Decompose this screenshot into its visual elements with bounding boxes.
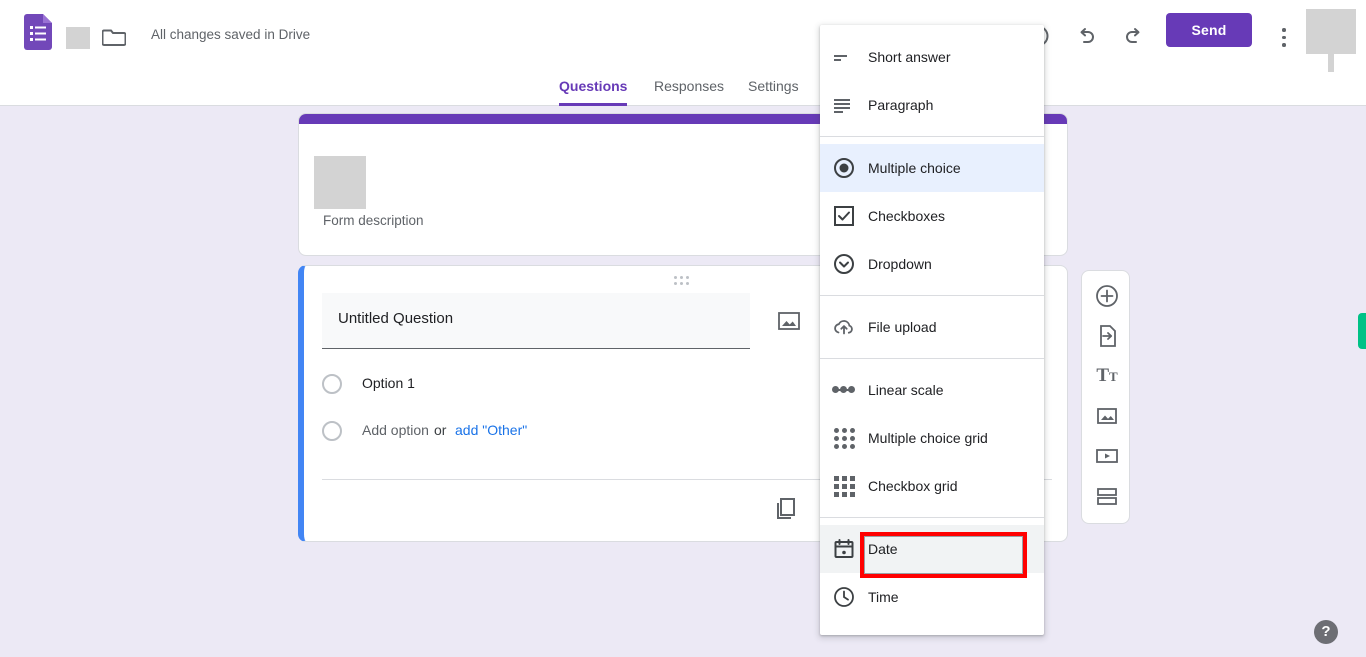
menu-item-file-upload[interactable]: File upload <box>820 303 1044 351</box>
add-title-button[interactable]: TT <box>1091 360 1123 392</box>
menu-item-label: Date <box>868 541 898 557</box>
checkbox-icon <box>820 192 868 240</box>
question-title-input[interactable]: Untitled Question <box>322 293 750 349</box>
tab-bar: Questions Responses Settings <box>0 73 1366 106</box>
menu-item-date[interactable]: Date <box>820 525 1044 573</box>
menu-item-label: Checkbox grid <box>868 478 958 494</box>
menu-item-short-answer[interactable]: Short answer <box>820 33 1044 81</box>
menu-item-label: Dropdown <box>868 256 932 272</box>
form-title-redaction-block <box>314 156 366 209</box>
google-forms-logo[interactable] <box>24 14 52 50</box>
menu-separator <box>820 136 1044 137</box>
sheets-edge-tab[interactable] <box>1358 313 1366 349</box>
help-button[interactable]: ? <box>1314 620 1338 644</box>
add-video-button[interactable] <box>1091 440 1123 472</box>
menu-item-dropdown[interactable]: Dropdown <box>820 240 1044 288</box>
avatar-redaction[interactable] <box>1306 9 1356 54</box>
tab-settings[interactable]: Settings <box>748 73 799 106</box>
form-title-redaction[interactable] <box>66 27 90 49</box>
tab-responses[interactable]: Responses <box>654 73 724 106</box>
menu-item-multiple-choice[interactable]: Multiple choice <box>820 144 1044 192</box>
menu-item-multiple-choice-grid[interactable]: Multiple choice grid <box>820 414 1044 462</box>
import-questions-button[interactable] <box>1091 320 1123 352</box>
save-status-text: All changes saved in Drive <box>151 27 311 42</box>
menu-separator <box>820 517 1044 518</box>
drag-handle-icon[interactable] <box>674 276 694 285</box>
menu-item-paragraph[interactable]: Paragraph <box>820 81 1044 129</box>
send-button[interactable]: Send <box>1166 13 1252 47</box>
menu-item-label: Short answer <box>868 49 951 65</box>
paragraph-icon <box>820 81 868 129</box>
menu-item-label: File upload <box>868 319 937 335</box>
avatar-stem <box>1328 54 1334 72</box>
folder-icon[interactable] <box>101 26 127 48</box>
duplicate-icon[interactable] <box>772 494 800 522</box>
radio-unselected-icon[interactable] <box>322 374 342 394</box>
clock-icon <box>820 573 868 621</box>
checkbox-grid-icon <box>820 462 868 510</box>
menu-item-time[interactable]: Time <box>820 573 1044 621</box>
question-actions-toolbar: TT <box>1081 270 1130 524</box>
form-description-text[interactable]: Form description <box>323 213 424 228</box>
menu-separator <box>820 358 1044 359</box>
option-label[interactable]: Option 1 <box>362 375 415 391</box>
menu-item-label: Time <box>868 589 899 605</box>
add-section-button[interactable] <box>1091 480 1123 512</box>
dropdown-circle-icon <box>820 240 868 288</box>
radio-unselected-icon[interactable] <box>322 421 342 441</box>
menu-item-label: Multiple choice <box>868 160 961 176</box>
menu-item-linear-scale[interactable]: Linear scale <box>820 366 1044 414</box>
more-vertical-icon[interactable] <box>1272 16 1296 56</box>
add-question-button[interactable] <box>1091 280 1123 312</box>
add-other-link[interactable]: add "Other" <box>455 422 527 438</box>
radio-selected-icon <box>820 144 868 192</box>
menu-item-label: Checkboxes <box>868 208 946 224</box>
add-option-button[interactable]: Add option <box>362 422 429 438</box>
cloud-upload-icon <box>820 303 868 351</box>
linear-scale-icon <box>820 366 868 414</box>
add-title-icon: TT <box>1096 365 1118 386</box>
redo-arrow-icon[interactable] <box>1114 16 1154 56</box>
menu-item-checkboxes[interactable]: Checkboxes <box>820 192 1044 240</box>
calendar-icon <box>820 525 868 573</box>
menu-item-label: Paragraph <box>868 97 934 113</box>
menu-item-checkbox-grid[interactable]: Checkbox grid <box>820 462 1044 510</box>
menu-separator <box>820 295 1044 296</box>
app-bar: All changes saved in Drive Send <box>0 0 1366 73</box>
tab-questions[interactable]: Questions <box>559 73 628 106</box>
add-image-button[interactable] <box>1091 400 1123 432</box>
question-type-menu: Short answer Paragraph Multiple choice C… <box>820 25 1044 635</box>
short-answer-icon <box>820 33 868 81</box>
menu-item-label: Multiple choice grid <box>868 430 988 446</box>
add-image-icon[interactable] <box>774 306 804 336</box>
or-label: or <box>434 422 447 438</box>
undo-arrow-icon[interactable] <box>1066 16 1106 56</box>
radio-grid-icon <box>820 414 868 462</box>
menu-item-label: Linear scale <box>868 382 944 398</box>
